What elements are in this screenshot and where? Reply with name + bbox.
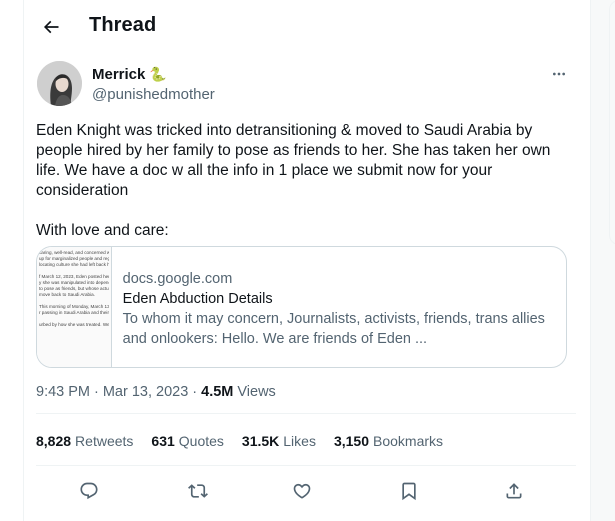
stat-count: 631 — [151, 433, 175, 449]
right-sidebar-edge — [591, 0, 615, 521]
retweet-button[interactable] — [185, 478, 211, 504]
views-label: Views — [237, 384, 276, 400]
share-button[interactable] — [501, 478, 527, 504]
engagement-stats: 8,828 Retweets 631 Quotes 31.5K Likes 3,… — [36, 433, 461, 449]
link-preview-card[interactable]: caring, well-read, and concerned with ma… — [36, 246, 567, 368]
link-domain: docs.google.com — [122, 271, 233, 287]
retweet-icon — [188, 484, 208, 498]
stat-label: Bookmarks — [373, 433, 444, 449]
author-name[interactable]: Merrick 🐍 — [92, 66, 167, 83]
more-horizontal-icon — [553, 72, 565, 76]
meta-separator: · — [94, 384, 99, 400]
tweet-meta: 9:43 PM · Mar 13, 2023 · 4.5M Views — [36, 384, 276, 400]
link-description: To whom it may concern, Journalists, act… — [122, 311, 545, 347]
thread-column: Thread Merrick 🐍 @punishedmother Eden Kn… — [23, 0, 591, 521]
stat-label: Quotes — [178, 433, 224, 449]
stat-count: 8,828 — [36, 433, 72, 449]
back-button[interactable] — [34, 10, 68, 44]
stat-label: Likes — [283, 433, 316, 449]
tweet-text: Eden Knight was tricked into detransitio… — [36, 121, 576, 241]
tweet-date[interactable]: Mar 13, 2023 — [103, 384, 188, 400]
quotes-stat[interactable]: 631 Quotes — [151, 433, 224, 449]
stat-count: 3,150 — [333, 433, 369, 449]
link-title: Eden Abduction Details — [122, 291, 273, 307]
like-button[interactable] — [289, 478, 315, 504]
tweet-paragraph: With love and care: — [36, 222, 169, 239]
like-icon — [293, 483, 311, 499]
author-handle[interactable]: @punishedmother — [92, 86, 215, 103]
stat-label: Retweets — [75, 433, 134, 449]
sidebar-card-edge — [609, 0, 615, 245]
more-options-button[interactable] — [546, 64, 572, 84]
meta-separator: · — [192, 384, 198, 400]
share-icon — [506, 483, 522, 499]
tweet-actions — [24, 478, 592, 504]
author-name-text: Merrick — [92, 66, 146, 83]
bookmark-button[interactable] — [396, 478, 422, 504]
tweet-time[interactable]: 9:43 PM — [36, 384, 90, 400]
snake-emoji-icon: 🐍 — [149, 66, 167, 82]
divider — [36, 465, 576, 466]
tweet-paragraph: Eden Knight was tricked into detransitio… — [36, 122, 551, 199]
thread-header: Thread — [24, 0, 592, 52]
thumbnail-text-line: r passing in Saudi Arabia and their iden… — [39, 310, 109, 315]
retweets-stat[interactable]: 8,828 Retweets — [36, 433, 133, 449]
user-avatar — [37, 61, 82, 106]
divider — [36, 413, 576, 414]
reply-icon — [80, 482, 98, 500]
avatar[interactable] — [37, 61, 82, 106]
stat-count: 31.5K — [241, 433, 280, 449]
page-title: Thread — [89, 14, 157, 36]
likes-stat[interactable]: 31.5K Likes — [242, 433, 316, 449]
left-margin — [0, 0, 24, 521]
arrow-left-icon — [43, 20, 59, 34]
bookmarks-stat[interactable]: 3,150 Bookmarks — [334, 433, 443, 449]
reply-button[interactable] — [76, 478, 102, 504]
link-card-body: docs.google.com Eden Abduction Details T… — [112, 247, 566, 367]
thumbnail-text-line: urbed by how she was treated. We believe… — [39, 322, 109, 327]
views-count: 4.5M — [201, 384, 234, 400]
link-thumbnail: caring, well-read, and concerned with ma… — [37, 247, 112, 367]
bookmark-icon — [402, 482, 416, 501]
thumbnail-text-line: locating culture she had left back home. — [39, 262, 109, 267]
